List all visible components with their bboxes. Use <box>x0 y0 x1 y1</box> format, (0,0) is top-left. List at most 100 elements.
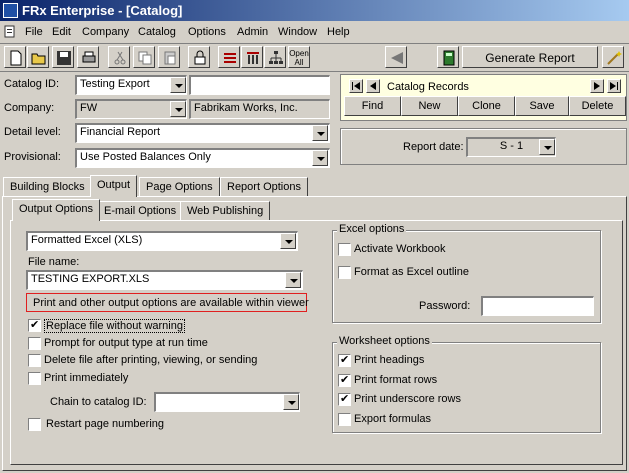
tab-email-options[interactable]: E-mail Options <box>97 201 184 221</box>
tab-report-options[interactable]: Report Options <box>220 177 308 197</box>
new-record-button[interactable]: New <box>401 96 458 116</box>
document-icon[interactable] <box>3 25 17 39</box>
copy-button[interactable] <box>133 46 155 68</box>
print-immediately-checkbox[interactable] <box>28 372 41 385</box>
print-format-rows-label: Print format rows <box>354 374 438 386</box>
password-field[interactable] <box>481 296 594 316</box>
output-format-dropdown-button[interactable] <box>280 233 296 249</box>
print-immediately-label: Print immediately <box>44 372 129 384</box>
menu-options[interactable]: Options <box>188 26 226 38</box>
chain-catalog-dropdown-button[interactable] <box>283 394 299 410</box>
copy-icon <box>138 51 152 65</box>
viewer-notice: Print and other output options are avail… <box>26 293 309 312</box>
company-dropdown-button[interactable] <box>170 101 186 117</box>
output-format-select[interactable]: Formatted Excel (XLS) <box>26 231 298 251</box>
activate-workbook-label: Activate Workbook <box>354 243 446 255</box>
print-button[interactable] <box>77 46 99 68</box>
previous-record-button[interactable] <box>366 79 380 93</box>
file-name-browse-button[interactable] <box>285 272 301 288</box>
book-icon <box>443 50 455 66</box>
next-record-button[interactable] <box>590 79 604 93</box>
lock-button[interactable] <box>188 46 210 68</box>
paste-icon <box>164 51 176 65</box>
first-record-icon <box>352 82 360 90</box>
last-record-icon <box>610 82 618 90</box>
catalog-id-dropdown-button[interactable] <box>170 77 186 93</box>
save-record-button[interactable]: Save <box>515 96 569 116</box>
open-folder-icon <box>31 53 46 65</box>
print-format-rows-checkbox[interactable] <box>338 373 351 387</box>
restart-numbering-label: Restart page numbering <box>46 418 165 430</box>
menu-edit[interactable]: Edit <box>52 26 71 38</box>
book-button[interactable] <box>437 46 459 68</box>
print-headings-checkbox[interactable] <box>338 353 351 367</box>
open-button[interactable] <box>27 46 49 68</box>
file-name-field[interactable]: TESTING EXPORT.XLS <box>26 270 303 290</box>
excel-outline-checkbox[interactable] <box>338 266 351 279</box>
menu-bar: File Edit Company Catalog Options Admin … <box>0 22 629 42</box>
wizard-button[interactable] <box>602 46 624 68</box>
menu-catalog[interactable]: Catalog <box>138 26 176 38</box>
export-formulas-checkbox[interactable] <box>338 413 351 426</box>
replace-file-checkbox[interactable] <box>28 318 41 332</box>
menu-company[interactable]: Company <box>82 26 129 38</box>
window-title: FRx Enterprise - [Catalog] <box>22 3 183 18</box>
tree-button[interactable] <box>264 46 286 68</box>
provisional-select[interactable]: Use Posted Balances Only <box>75 148 330 168</box>
cut-button[interactable] <box>108 46 130 68</box>
save-button[interactable] <box>52 46 74 68</box>
chain-catalog-label: Chain to catalog ID: <box>50 396 147 408</box>
activate-workbook-checkbox[interactable] <box>338 243 351 256</box>
arrow-flag-icon <box>391 52 403 64</box>
flag-button[interactable] <box>385 46 407 68</box>
find-button[interactable]: Find <box>344 96 401 116</box>
chain-catalog-field[interactable] <box>154 392 300 412</box>
delete-file-checkbox[interactable] <box>28 354 41 367</box>
detail-level-select[interactable]: Financial Report <box>75 123 330 143</box>
password-label: Password: <box>419 300 471 312</box>
tab-page-options[interactable]: Page Options <box>139 177 220 197</box>
paste-button[interactable] <box>158 46 180 68</box>
menu-help[interactable]: Help <box>327 26 350 38</box>
catalog-id-label: Catalog ID: <box>4 78 60 90</box>
menu-admin[interactable]: Admin <box>237 26 268 38</box>
detail-level-label: Detail level: <box>4 126 61 138</box>
next-record-icon <box>594 82 600 90</box>
generate-report-button[interactable]: Generate Report <box>462 46 598 68</box>
menu-file[interactable]: File <box>25 26 43 38</box>
open-all-button[interactable]: Open All <box>288 46 310 68</box>
export-formulas-label: Export formulas <box>354 413 432 425</box>
provisional-dropdown-button[interactable] <box>312 150 328 166</box>
scissors-icon <box>114 51 126 65</box>
provisional-label: Provisional: <box>4 151 61 163</box>
prompt-output-type-checkbox[interactable] <box>28 337 41 350</box>
report-date-dropdown-button[interactable] <box>539 139 555 155</box>
row-list-icon <box>224 53 236 63</box>
catalog-description-field[interactable] <box>189 75 330 95</box>
excel-options-title: Excel options <box>337 223 407 235</box>
tab-output-options[interactable]: Output Options <box>12 199 100 221</box>
restart-numbering-checkbox[interactable] <box>28 418 41 431</box>
column-layout-button[interactable] <box>241 46 263 68</box>
print-underscore-rows-label: Print underscore rows <box>354 393 461 405</box>
tab-building-blocks[interactable]: Building Blocks <box>3 177 92 197</box>
tab-output[interactable]: Output <box>90 175 138 197</box>
excel-outline-label: Format as Excel outline <box>354 266 469 278</box>
menu-window[interactable]: Window <box>278 26 317 38</box>
delete-button[interactable]: Delete <box>569 96 626 116</box>
first-record-button[interactable] <box>349 79 363 93</box>
tab-web-publishing[interactable]: Web Publishing <box>180 201 271 221</box>
clone-button[interactable]: Clone <box>458 96 515 116</box>
app-icon <box>3 3 18 18</box>
replace-file-label: Replace file without warning <box>44 319 185 333</box>
report-date-label: Report date: <box>403 141 464 153</box>
file-name-label: File name: <box>28 256 80 268</box>
detail-level-dropdown-button[interactable] <box>312 125 328 141</box>
last-record-button[interactable] <box>607 79 621 93</box>
lock-icon <box>194 50 206 65</box>
print-headings-label: Print headings <box>354 354 425 366</box>
print-underscore-rows-checkbox[interactable] <box>338 392 351 406</box>
row-format-button[interactable] <box>218 46 240 68</box>
catalog-records-title: Catalog Records <box>387 81 469 93</box>
new-button[interactable] <box>4 46 26 68</box>
